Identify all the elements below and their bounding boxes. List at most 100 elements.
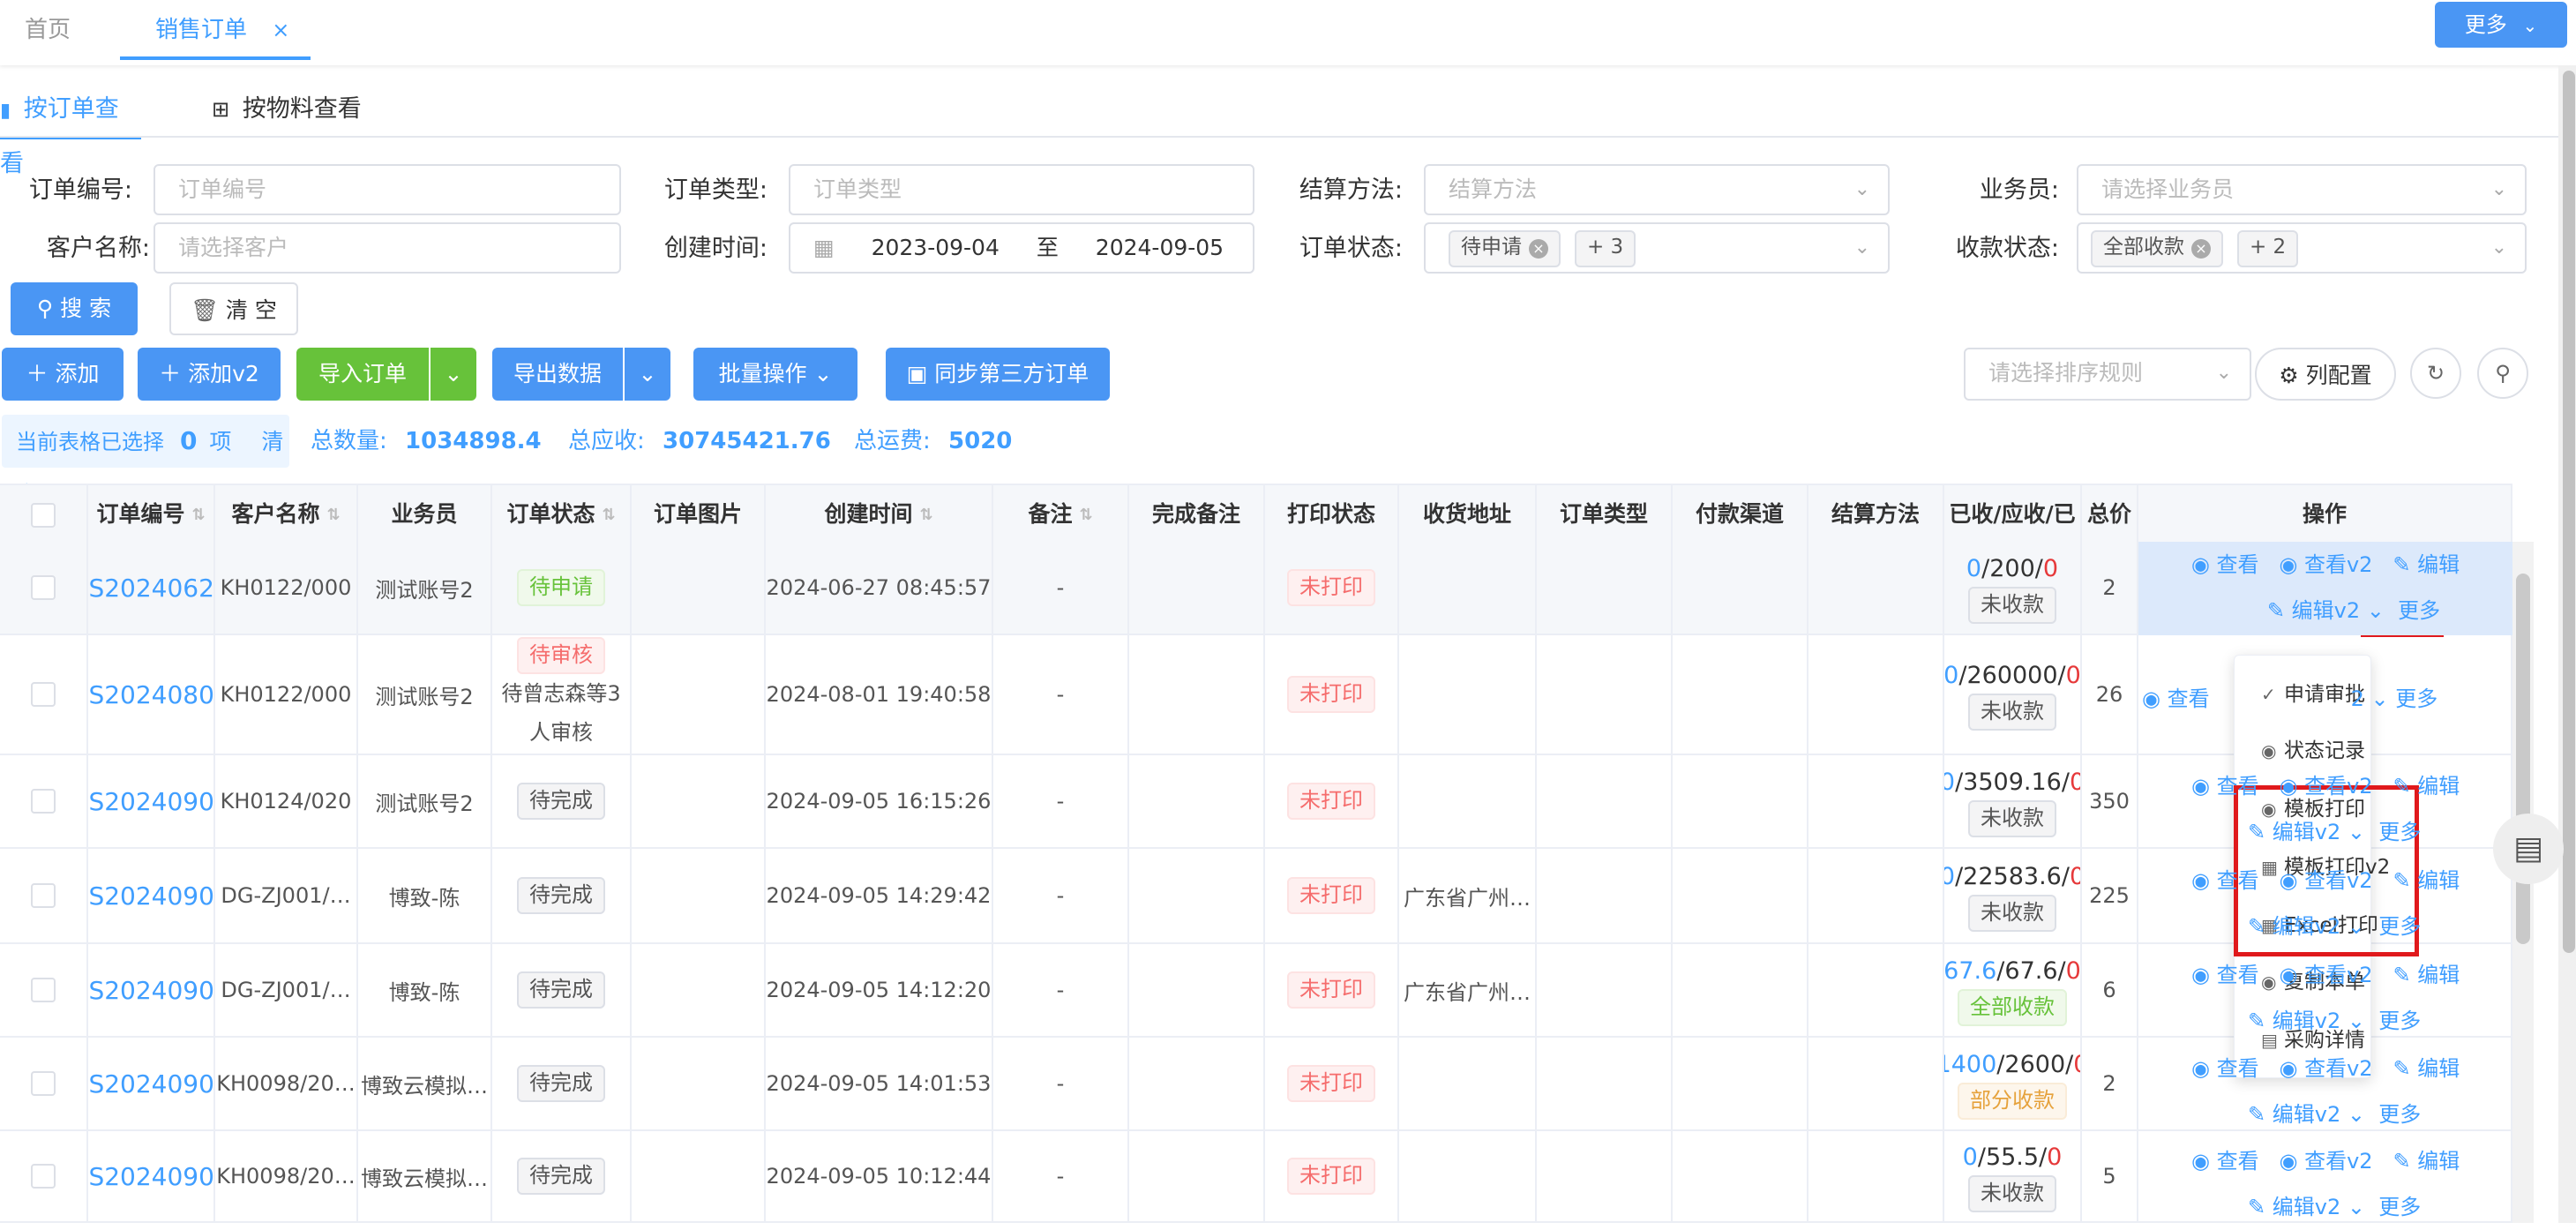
view-link[interactable]: 查看 [2217, 774, 2259, 799]
more-link[interactable]: 更多 [2378, 1102, 2421, 1127]
view-v2-link[interactable]: 查看v2 [2304, 1149, 2372, 1174]
sort-rule-select[interactable]: 请选择排序规则 ⌄ [1964, 348, 2251, 401]
row-checkbox[interactable] [31, 883, 56, 908]
more-link[interactable]: 更多 [2378, 914, 2421, 939]
document-float-icon[interactable]: ▤ [2493, 814, 2564, 884]
page-scrollbar-thumb[interactable] [2563, 71, 2575, 953]
table-row[interactable]: XS20240627 KH0122/000 测试账号2 待申请 2024-06-27 0… [0, 542, 2512, 635]
tab-sales-order[interactable]: 销售订单 × [120, 0, 311, 60]
clear-button[interactable]: 🗑 清 空 [169, 282, 298, 335]
row-checkbox[interactable] [31, 682, 56, 707]
row-checkbox[interactable] [31, 978, 56, 1002]
date-range-picker[interactable]: ▦ 2023-09-04 至 2024-09-05 [789, 222, 1254, 274]
table-row[interactable]: XS20240905 KH0124/020 测试账号2 待完成 2024-09-05 1… [0, 755, 2512, 849]
export-data-button[interactable]: 导出数据 [492, 348, 623, 401]
view-link[interactable]: 查看 [2217, 1149, 2259, 1174]
tab-by-order[interactable]: ▮ 按订单查看 [0, 83, 141, 177]
edit-v2-link[interactable]: 编辑v2 [2273, 1102, 2340, 1127]
close-icon[interactable]: × [1529, 239, 1548, 259]
import-dropdown-toggle[interactable]: ⌄ [431, 348, 476, 401]
customer-select[interactable]: 请选择客户 [154, 222, 621, 274]
header-order-no[interactable]: 订单编号 ⇅ [88, 485, 215, 544]
date-to[interactable]: 2024-09-05 [1096, 235, 1224, 260]
more-button[interactable]: 更多 ⌄ [2435, 2, 2567, 48]
search-toggle-button[interactable]: ⚲ [2477, 348, 2528, 399]
close-icon[interactable]: × [2191, 239, 2211, 259]
sort-icon[interactable]: ⇅ [1079, 486, 1092, 544]
sort-icon[interactable]: ⇅ [191, 486, 205, 544]
batch-operation-button[interactable]: 批量操作 ⌄ [693, 348, 857, 401]
view-v2-link[interactable]: 查看v2 [2304, 1056, 2372, 1081]
table-scrollbar-thumb[interactable] [2516, 574, 2530, 944]
sync-third-party-button[interactable]: ▣ 同步第三方订单 [886, 348, 1110, 401]
header-select-all[interactable] [0, 485, 88, 544]
order-no-link[interactable]: XS20240801 [88, 680, 213, 709]
sort-icon[interactable]: ⇅ [602, 486, 615, 544]
tab-home[interactable]: 首页 [25, 0, 71, 60]
edit-v2-link[interactable]: 编辑v2 [2273, 914, 2340, 939]
table-row[interactable]: XS20240801KH0122/000测试账号2待审核待曾志森等3人审核202… [0, 635, 2512, 755]
order-no-link[interactable]: XS20240905 [88, 787, 213, 816]
header-order-status[interactable]: 订单状态 ⇅ [492, 485, 632, 544]
order-no-link[interactable]: XS20240905 [88, 1162, 213, 1191]
date-from[interactable]: 2023-09-04 [872, 235, 1000, 260]
select-all-checkbox[interactable] [31, 503, 56, 528]
order-type-input[interactable]: 订单类型 [789, 164, 1254, 215]
add-v2-button[interactable]: ＋ 添加v2 [138, 348, 281, 401]
order-status-select[interactable]: 待申请 × + 3 ⌄ [1424, 222, 1890, 274]
table-row[interactable]: XS20240905 DG-ZJ001/… 博致-陈 待完成 2024-09-05 14… [0, 944, 2512, 1038]
tab-by-material[interactable]: ⊞ 按物料查看 [212, 83, 362, 136]
edit-link[interactable]: 编辑 [2417, 1149, 2460, 1174]
pay-status-select[interactable]: 全部收款 × + 2 ⌄ [2077, 222, 2527, 274]
order-no-link[interactable]: XS20240905 [88, 881, 213, 911]
close-icon[interactable]: × [272, 18, 289, 42]
refresh-button[interactable]: ↻ [2410, 348, 2461, 399]
view-v2-link[interactable]: 查看v2 [2304, 552, 2372, 577]
view-link[interactable]: 查看 [2217, 868, 2259, 893]
more-link[interactable]: 更多 [2378, 1195, 2421, 1219]
more-link[interactable]: 更多 [2395, 686, 2437, 711]
view-v2-link[interactable]: 查看v2 [2304, 963, 2372, 987]
order-no-input[interactable]: 订单编号 [154, 164, 621, 215]
edit-link[interactable]: 编辑 [2417, 774, 2460, 799]
export-dropdown-toggle[interactable]: ⌄ [625, 348, 670, 401]
view-link[interactable]: 查看 [2168, 686, 2210, 711]
edit-v2-link[interactable]: 编辑v2 [2273, 1009, 2340, 1033]
edit-link[interactable]: 编辑 [2417, 1056, 2460, 1081]
view-v2-link[interactable]: 查看v2 [2304, 868, 2372, 893]
order-no-link[interactable]: XS20240627 [88, 574, 213, 603]
edit-link[interactable]: 编辑 [2417, 963, 2460, 987]
header-customer[interactable]: 客户名称 ⇅ [215, 485, 358, 544]
edit-v2-link[interactable]: 编辑v2 [2292, 598, 2360, 623]
more-link[interactable]: 更多 [2378, 820, 2421, 844]
sort-icon[interactable]: ⇅ [326, 486, 340, 544]
header-remark[interactable]: 备注 ⇅ [993, 485, 1129, 544]
order-no-link[interactable]: XS20240905 [88, 1069, 213, 1099]
row-checkbox[interactable] [31, 575, 56, 600]
edit-link[interactable]: 编辑 [2417, 868, 2460, 893]
column-config-button[interactable]: ⚙ 列配置 [2255, 348, 2396, 401]
table-row[interactable]: XS20240905 DG-ZJ001/… 博致-陈 待完成 2024-09-05 14… [0, 849, 2512, 944]
more-link[interactable]: 更多 [2378, 1009, 2421, 1033]
row-checkbox[interactable] [31, 1071, 56, 1096]
table-row[interactable]: XS20240905KH0098/20…博致云模拟… 待完成 2024-09-05 … [0, 1038, 2512, 1131]
edit-link[interactable]: 编辑 [2417, 552, 2460, 577]
settle-select[interactable]: 结算方法 ⌄ [1424, 164, 1890, 215]
import-order-button[interactable]: 导入订单 [296, 348, 429, 401]
view-link[interactable]: 查看 [2216, 552, 2258, 577]
table-row[interactable]: XS20240905KH0098/20…博致云模拟… 待完成 2024-09-05 … [0, 1131, 2512, 1223]
edit-v2-link[interactable]: 编辑v2 [2273, 1195, 2340, 1219]
view-link[interactable]: 查看 [2217, 1056, 2259, 1081]
view-v2-tail[interactable]: 2 [2351, 686, 2364, 711]
header-created-time[interactable]: 创建时间 ⇅ [766, 485, 993, 544]
order-no-link[interactable]: XS20240905 [88, 976, 213, 1005]
sort-icon[interactable]: ⇅ [919, 486, 932, 544]
search-button[interactable]: ⚲ 搜 索 [11, 282, 138, 335]
salesman-select[interactable]: 请选择业务员 ⌄ [2077, 164, 2527, 215]
view-v2-link[interactable]: 查看v2 [2304, 774, 2372, 799]
row-checkbox[interactable] [31, 1164, 56, 1189]
view-link[interactable]: 查看 [2217, 963, 2259, 987]
row-checkbox[interactable] [31, 789, 56, 814]
add-button[interactable]: ＋ 添加 [2, 348, 124, 401]
more-link[interactable]: 更多 [2398, 598, 2440, 623]
